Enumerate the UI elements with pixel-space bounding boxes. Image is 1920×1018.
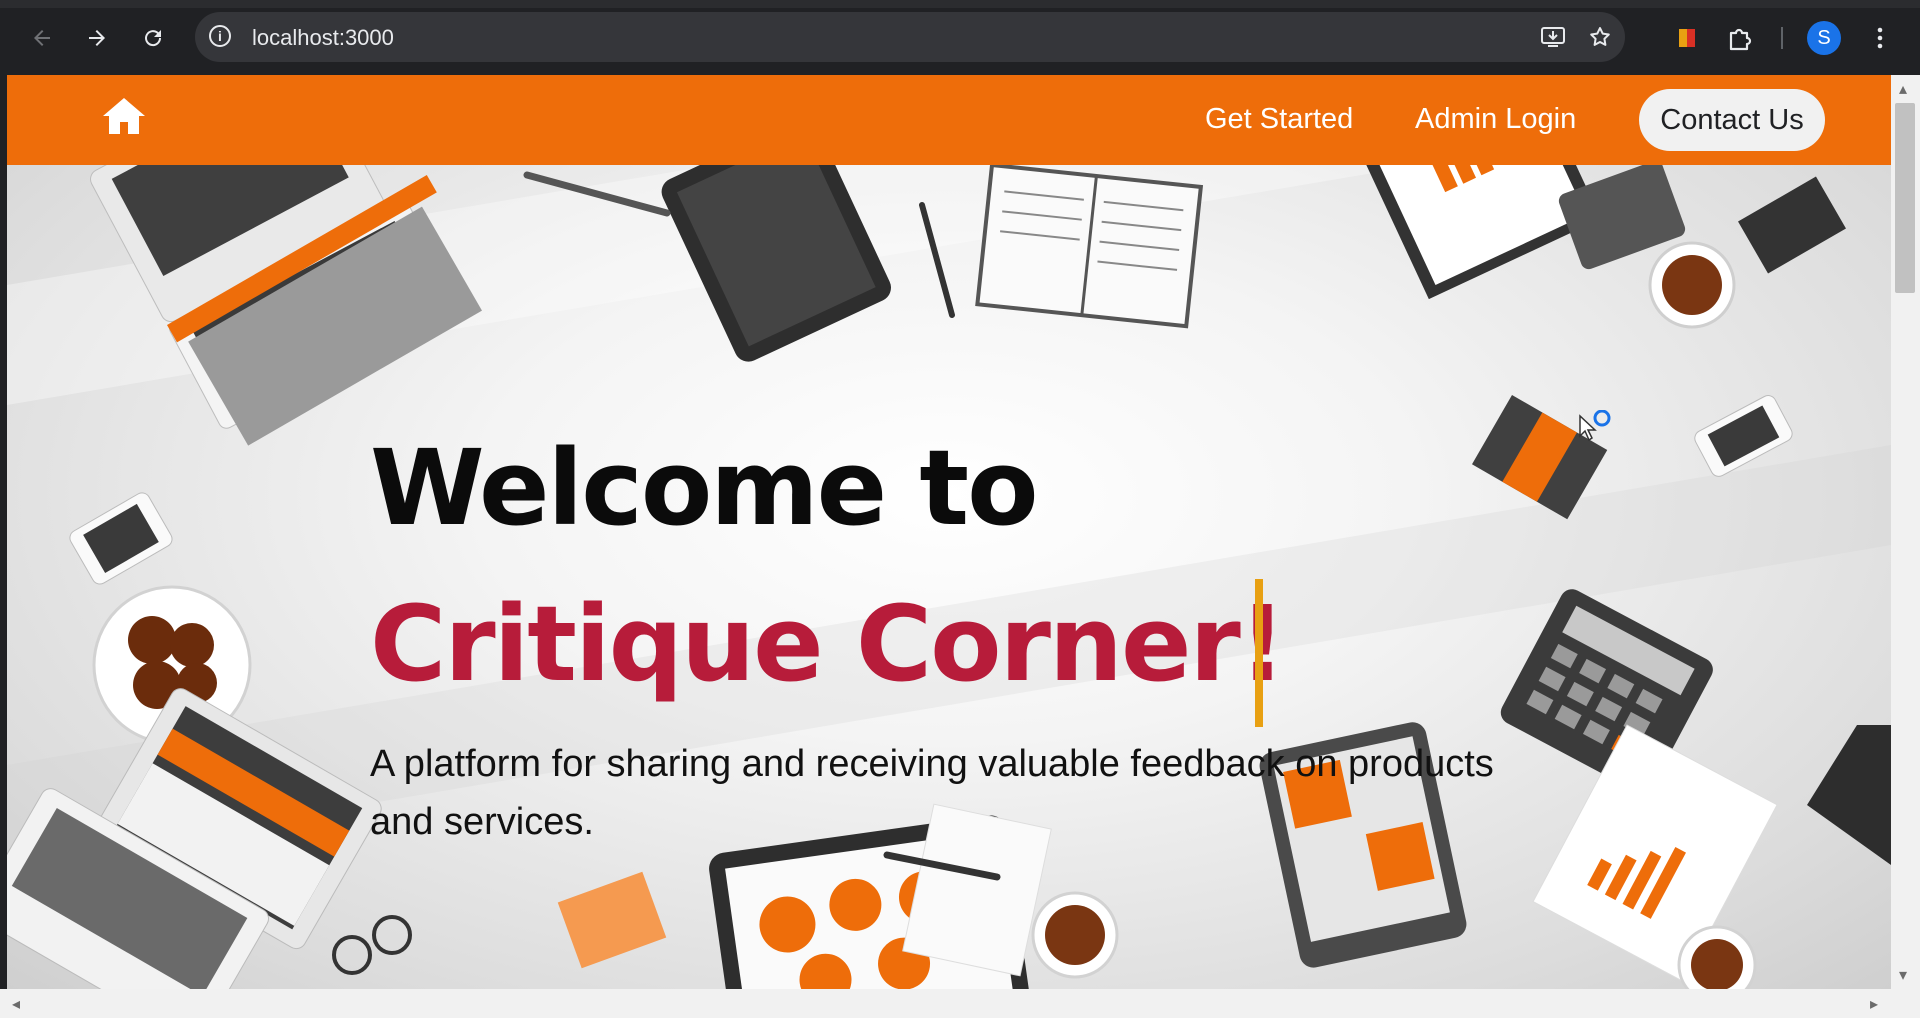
home-icon[interactable] (101, 95, 147, 137)
url-text[interactable]: localhost:3000 (252, 25, 394, 51)
forward-arrow-icon[interactable] (77, 18, 117, 58)
extension-icon[interactable] (1669, 20, 1705, 56)
browser-toolbar: i localhost:3000 S (0, 0, 1920, 75)
busy-cursor-icon (1574, 409, 1614, 451)
hero-subtitle: A platform for sharing and receiving val… (370, 743, 1494, 843)
contact-us-button[interactable]: Contact Us (1639, 89, 1825, 151)
horizontal-scrollbar[interactable]: ◂ ▸ (0, 989, 1920, 1018)
scroll-right-arrow-icon[interactable]: ▸ (1870, 994, 1878, 1014)
profile-avatar[interactable]: S (1807, 21, 1841, 55)
back-arrow-icon[interactable] (22, 18, 62, 58)
vertical-scrollbar-thumb[interactable] (1895, 103, 1915, 293)
vertical-scrollbar[interactable]: ▴ ▾ (1891, 75, 1920, 989)
address-bar[interactable]: i localhost:3000 (195, 12, 1625, 62)
page-viewport: Get Started Admin Login Contact Us Welco… (7, 75, 1891, 989)
scroll-down-arrow-icon[interactable]: ▾ (1899, 965, 1907, 985)
office-desk-illustration (7, 165, 1891, 989)
scroll-up-arrow-icon[interactable]: ▴ (1899, 79, 1907, 99)
tab-strip (0, 0, 1920, 8)
nav-link-admin-login[interactable]: Admin Login (1415, 103, 1576, 136)
hero-heading-brand: Critique Corner! (370, 583, 1286, 705)
site-navbar: Get Started Admin Login Contact Us (7, 75, 1891, 165)
kebab-menu-icon[interactable] (1862, 20, 1898, 56)
scroll-left-arrow-icon[interactable]: ◂ (12, 994, 20, 1014)
toolbar-divider (1781, 27, 1783, 49)
install-app-icon[interactable] (1539, 23, 1567, 51)
star-icon[interactable] (1586, 23, 1614, 51)
puzzle-icon[interactable] (1722, 20, 1758, 56)
hero-heading-line1: Welcome to (370, 427, 1039, 549)
site-info-icon[interactable]: i (209, 25, 231, 47)
typing-caret (1255, 579, 1263, 727)
nav-link-get-started[interactable]: Get Started (1205, 103, 1353, 136)
reload-icon[interactable] (133, 18, 173, 58)
hero-section: Welcome to Critique Corner! A platform f… (7, 165, 1891, 989)
